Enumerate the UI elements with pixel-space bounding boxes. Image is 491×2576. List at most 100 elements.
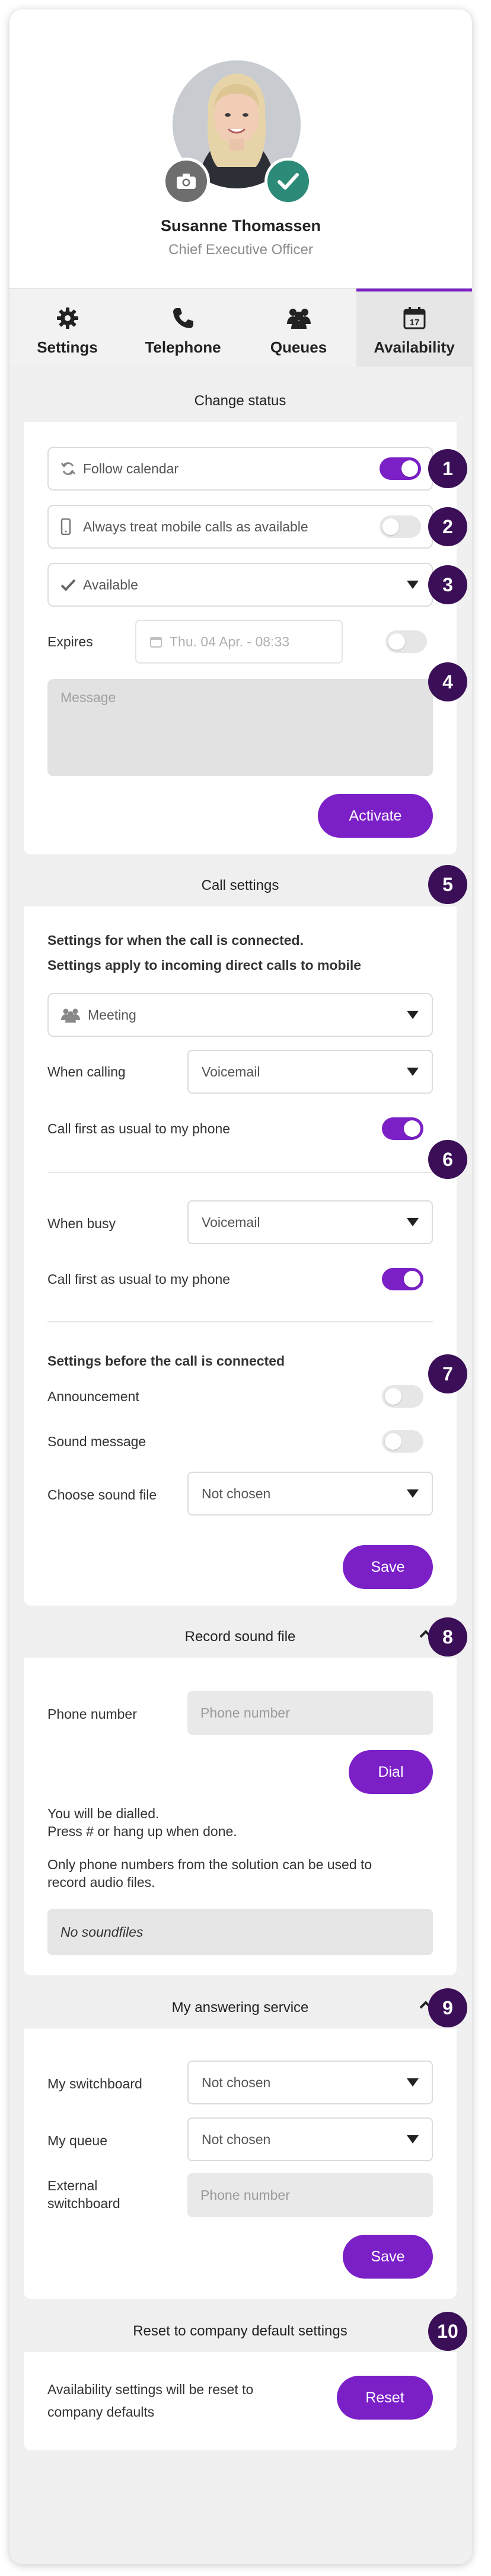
dial-info-2: Press # or hang up when done. [47,1824,237,1839]
answering-service-card: My answering service My switchboard Not … [24,1987,457,2299]
call-settings-intro-2: Settings apply to incoming direct calls … [47,957,362,973]
profile-title: Chief Executive Officer [168,242,313,258]
tab-telephone[interactable]: Telephone [125,289,241,367]
profile-header: Susanne Thomassen Chief Executive Office… [9,9,472,288]
when-calling-value: Voicemail [202,1063,260,1079]
phone-number-input[interactable]: Phone number [187,1691,433,1735]
when-busy-label: When busy [47,1216,116,1231]
when-busy-value: Voicemail [202,1214,260,1230]
status-select-value: Available [83,576,138,592]
queue-value: Not chosen [202,2131,271,2147]
mobile-available-toggle[interactable] [380,515,421,538]
marker-1: 1 [428,449,467,488]
call-first-label-1: Call first as usual to my phone [47,1121,231,1136]
reset-button[interactable]: Reset [337,2376,433,2420]
dial-info-4: record audio files. [47,1875,155,1890]
when-calling-select[interactable]: Voicemail [187,1050,433,1094]
dial-button[interactable]: Dial [349,1750,433,1794]
profile-select[interactable]: Meeting [47,993,433,1037]
marker-7: 7 [428,1354,467,1393]
check-icon [60,579,76,591]
expires-datetime-input[interactable]: Thu. 04 Apr. - 08:33 [135,620,343,664]
answering-service-header[interactable]: My answering service [24,1987,457,2029]
external-switchboard-input[interactable]: Phone number [187,2173,433,2217]
calendar-small-icon [150,637,162,648]
choose-sound-select[interactable]: Not chosen [187,1472,433,1516]
choose-sound-label: Choose sound file [47,1487,157,1502]
app-window: Susanne Thomassen Chief Executive Office… [9,9,472,2564]
reset-card: Reset to company default settings Availa… [24,2311,457,2450]
activate-button[interactable]: Activate [318,794,433,838]
chevron-down-icon [407,1489,419,1498]
announcement-toggle[interactable] [382,1385,423,1408]
answering-save-button[interactable]: Save [343,2235,433,2279]
switchboard-value: Not chosen [202,2074,271,2090]
no-soundfiles-text: No soundfiles [60,1924,144,1940]
soundfiles-list: No soundfiles [47,1909,433,1955]
mobile-available-row: Always treat mobile calls as available [47,505,433,549]
marker-4: 4 [428,662,467,701]
mobile-available-label: Always treat mobile calls as available [83,518,308,534]
divider [47,1172,433,1173]
tab-queues[interactable]: Queues [241,289,356,367]
call-settings-save-button[interactable]: Save [343,1545,433,1589]
tab-settings-label: Settings [37,338,98,356]
switchboard-select[interactable]: Not chosen [187,2061,433,2104]
marker-8: 8 [428,1617,467,1657]
tab-availability[interactable]: 17 Availability [356,289,472,367]
chevron-down-icon [407,2078,419,2087]
chevron-down-icon [407,1068,419,1076]
marker-2: 2 [428,507,467,546]
status-badge [264,158,312,205]
message-textarea[interactable]: Message [47,679,433,776]
when-calling-label: When calling [47,1064,126,1079]
dial-info-3: Only phone numbers from the solution can… [47,1857,372,1872]
tab-settings[interactable]: Settings [9,289,125,367]
phone-icon [173,308,193,328]
chevron-down-icon [407,2135,419,2144]
call-first-toggle-1[interactable] [382,1117,423,1140]
expires-toggle[interactable] [385,630,427,653]
sync-icon [60,462,76,475]
call-first-label-2: Call first as usual to my phone [47,1271,231,1287]
sound-message-toggle[interactable] [382,1430,423,1453]
dial-info-1: You will be dialled. [47,1806,160,1821]
call-settings-intro-1: Settings for when the call is connected. [47,933,304,948]
message-placeholder: Message [60,690,116,705]
announcement-label: Announcement [47,1389,139,1404]
marker-9: 9 [428,1988,467,2027]
profile-select-value: Meeting [88,1007,136,1023]
calendar-icon: 17 [403,307,425,329]
marker-5: 5 [428,865,467,904]
before-connected-heading: Settings before the call is connected [47,1353,285,1369]
answering-service-title: My answering service [171,2000,309,2016]
switchboard-label: My switchboard [47,2076,142,2091]
change-status-header: Change status [24,380,457,422]
when-busy-select[interactable]: Voicemail [187,1200,433,1244]
record-sound-header[interactable]: Record sound file [24,1616,457,1658]
choose-sound-value: Not chosen [202,1485,271,1501]
chevron-down-icon [407,1218,419,1226]
svg-text:17: 17 [409,318,419,328]
call-first-toggle-2[interactable] [382,1268,423,1290]
follow-calendar-toggle[interactable] [380,457,421,480]
gear-icon [56,307,78,329]
call-settings-header: Call settings [24,865,457,906]
marker-3: 3 [428,565,467,604]
tab-bar: Settings Telephone Queues 17 Availabilit… [9,288,472,367]
profile-name: Susanne Thomassen [160,217,321,235]
status-select[interactable]: Available [47,563,433,607]
marker-10: 10 [428,2312,467,2351]
reset-text-2: company defaults [47,2404,155,2420]
follow-calendar-row: Follow calendar [47,447,433,491]
chevron-down-icon [407,1011,419,1019]
queue-select[interactable]: Not chosen [187,2117,433,2161]
record-sound-card: Record sound file Phone number Phone num… [24,1616,457,1975]
reset-text-1: Availability settings will be reset to [47,2382,254,2397]
external-switchboard-label-1: External [47,2178,98,2193]
external-switchboard-placeholder: Phone number [200,2187,290,2203]
checkmark-icon [278,173,299,190]
tab-telephone-label: Telephone [145,338,221,356]
marker-6: 6 [428,1140,467,1179]
change-photo-button[interactable] [162,158,210,205]
